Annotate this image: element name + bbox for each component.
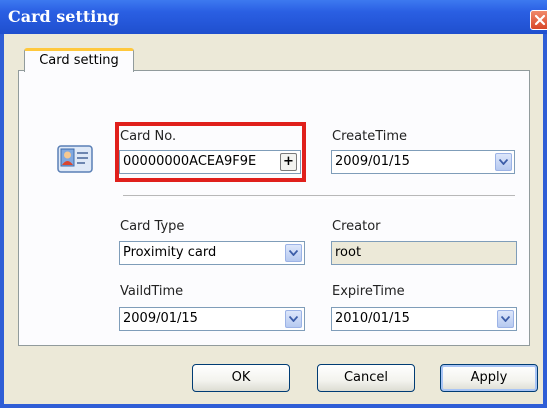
apply-button[interactable]: Apply [440, 364, 538, 392]
chevron-down-icon [501, 316, 510, 322]
close-icon [534, 14, 546, 26]
valid-time-dropdown-button[interactable] [285, 310, 302, 328]
id-card-icon [57, 145, 93, 173]
tab-panel: Card No. 00000000ACEA9F9E + CreateTime 2… [18, 70, 530, 346]
tab-card-setting[interactable]: Card setting [24, 48, 134, 72]
card-type-dropdown-button[interactable] [285, 244, 302, 262]
card-setting-window: Card setting Card setting Card No. 00000… [0, 0, 547, 408]
card-type-label: Card Type [120, 219, 185, 234]
creator-value: root [335, 245, 362, 260]
window-title: Card setting [8, 7, 120, 26]
title-bar[interactable]: Card setting [0, 0, 547, 34]
card-type-select[interactable]: Proximity card [119, 241, 305, 265]
valid-time-label: VaildTime [120, 284, 184, 299]
create-time-select[interactable]: 2009/01/15 [331, 150, 515, 174]
creator-label: Creator [332, 219, 381, 234]
valid-time-value: 2009/01/15 [123, 311, 198, 326]
close-button[interactable] [530, 10, 547, 30]
expire-time-select[interactable]: 2010/01/15 [331, 307, 517, 331]
create-time-dropdown-button[interactable] [495, 153, 512, 171]
valid-time-select[interactable]: 2009/01/15 [119, 307, 305, 331]
cancel-button[interactable]: Cancel [317, 364, 415, 392]
card-no-highlight [115, 122, 306, 182]
expire-time-dropdown-button[interactable] [497, 310, 514, 328]
creator-field: root [331, 241, 517, 265]
ok-button[interactable]: OK [192, 364, 290, 392]
chevron-down-icon [289, 316, 298, 322]
chevron-down-icon [289, 250, 298, 256]
expire-time-value: 2010/01/15 [335, 311, 410, 326]
card-type-value: Proximity card [123, 245, 217, 260]
create-time-label: CreateTime [332, 129, 408, 144]
dialog-body: Card setting Card No. 00000000ACEA9F9E +… [4, 34, 543, 404]
separator [123, 195, 515, 199]
create-time-value: 2009/01/15 [335, 154, 410, 169]
expire-time-label: ExpireTime [332, 284, 405, 299]
chevron-down-icon [499, 159, 508, 165]
